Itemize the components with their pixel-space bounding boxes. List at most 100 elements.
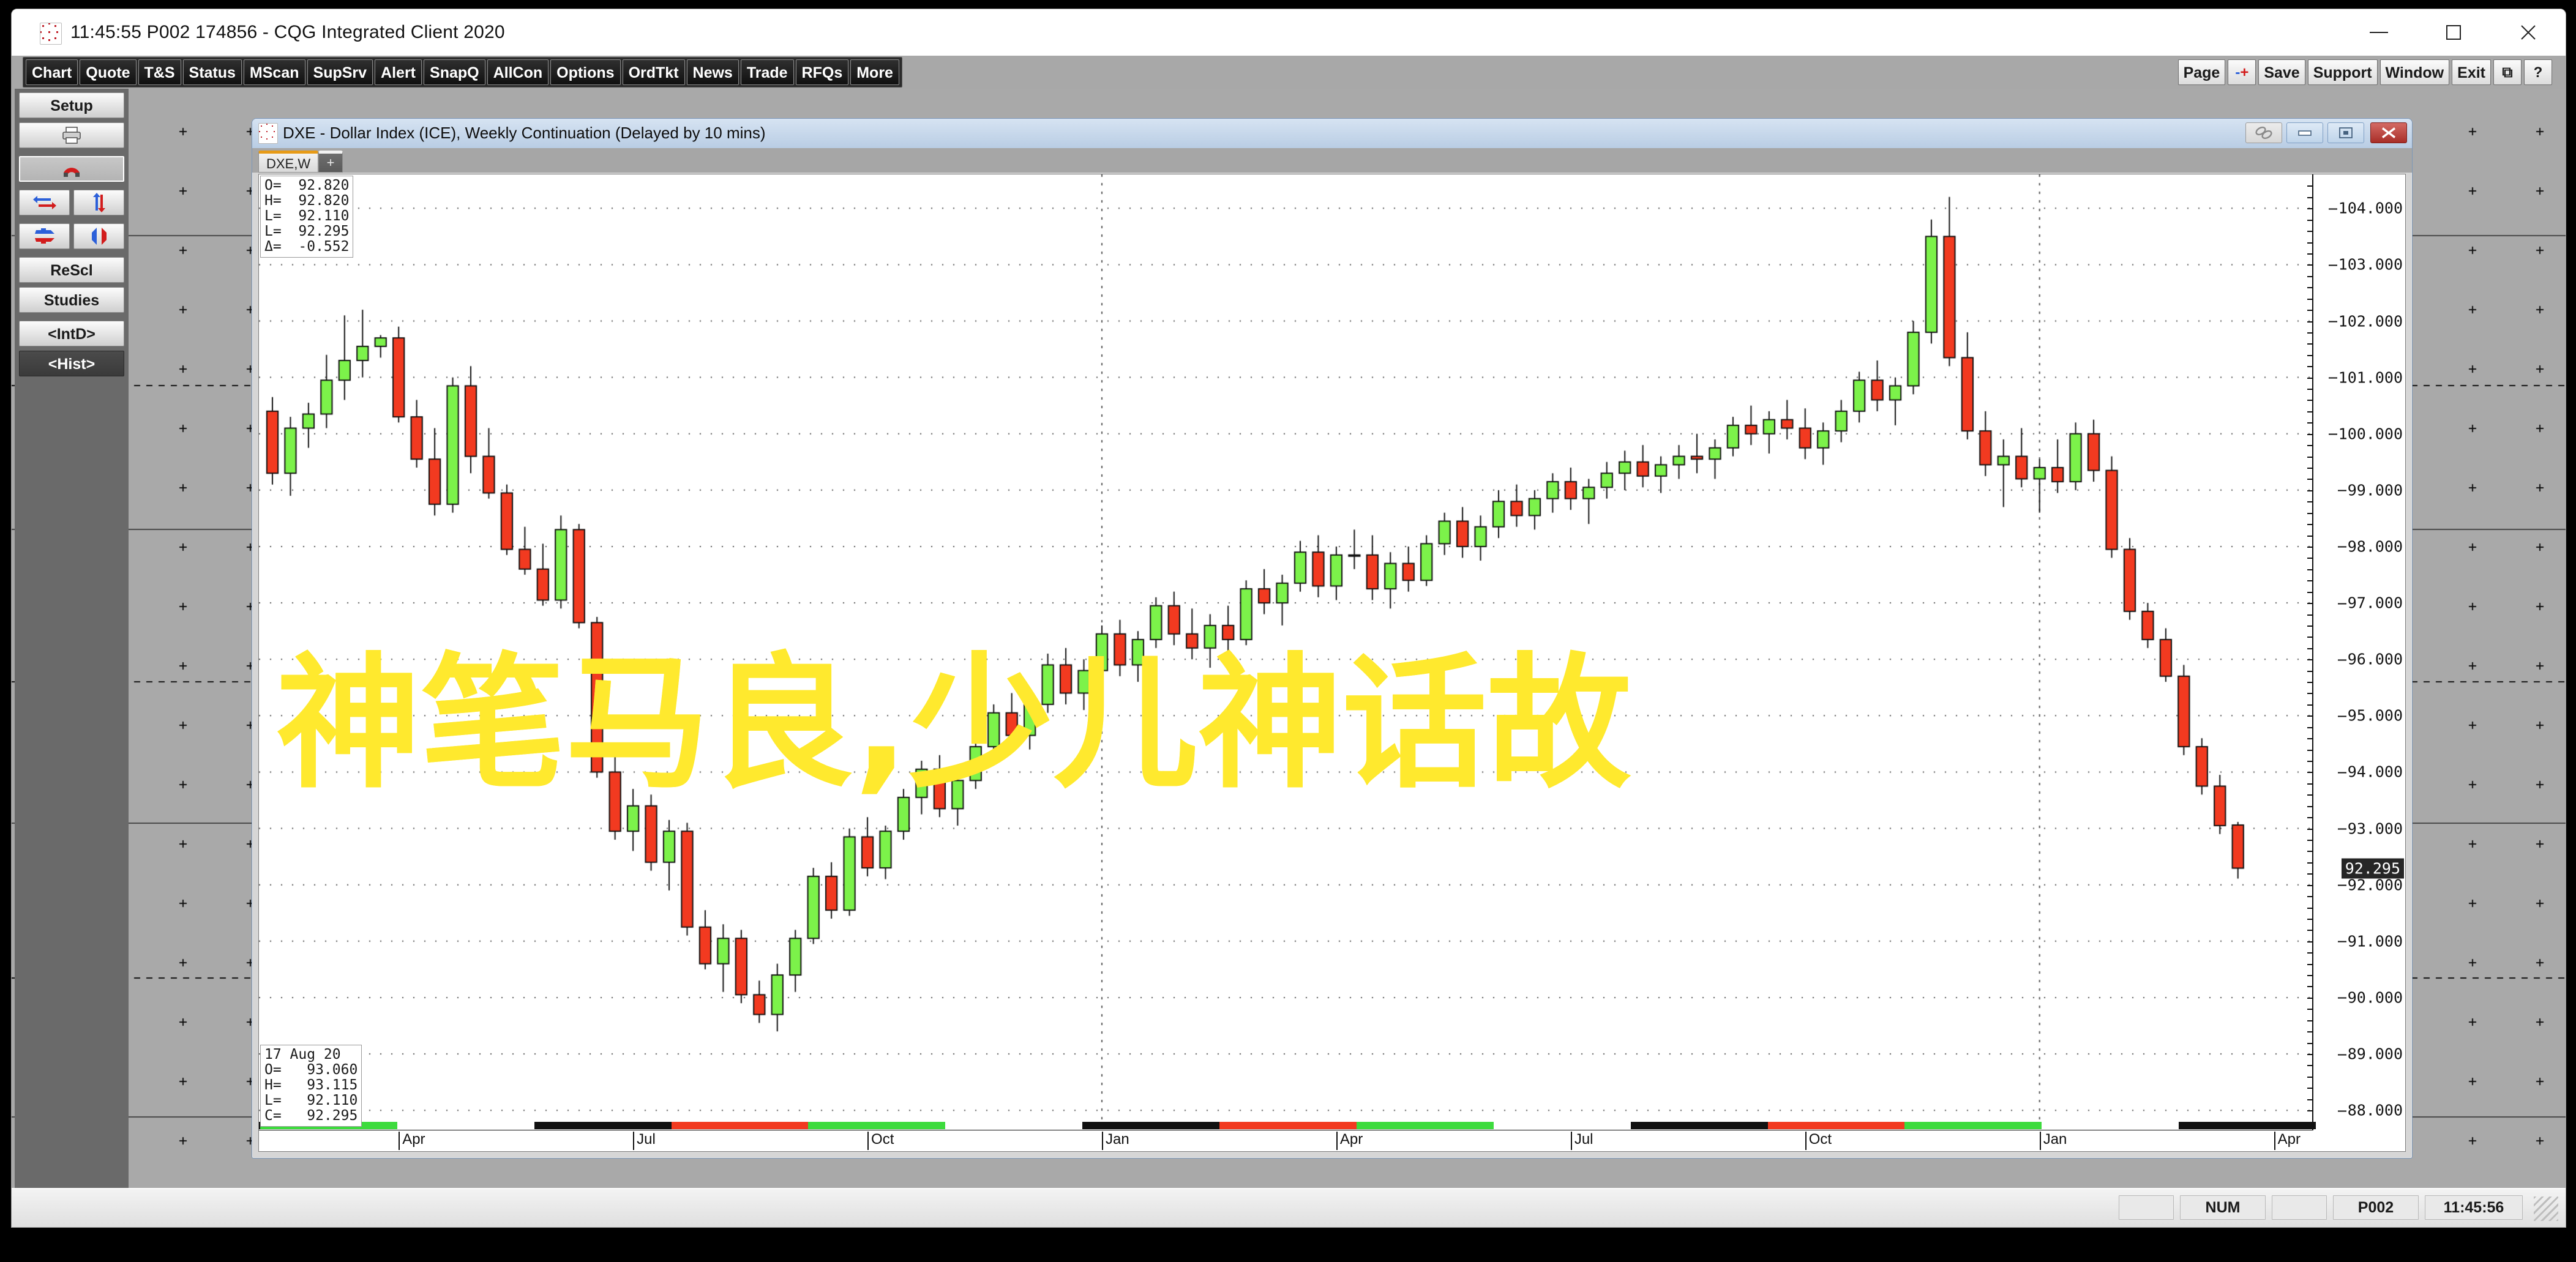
toolbar-tab-quote[interactable]: Quote (80, 59, 137, 85)
price-tick-mark (2337, 772, 2346, 774)
toolbar-tab-news[interactable]: News (686, 59, 739, 85)
tab-dxe-weekly[interactable]: DXE,W (258, 151, 319, 173)
setup-button[interactable]: Setup (19, 92, 124, 118)
candlestick-canvas[interactable] (259, 174, 2406, 1154)
price-tick-mark (2328, 264, 2337, 266)
global-button-support[interactable]: Support (2307, 59, 2378, 85)
global-button-save[interactable]: Save (2258, 59, 2305, 85)
price-minor-tick (2307, 1031, 2312, 1033)
price-minor-tick (2307, 332, 2312, 334)
restore-icon[interactable] (2327, 122, 2364, 143)
expand-icon[interactable] (73, 223, 124, 249)
price-minor-tick (2307, 512, 2312, 514)
status-bar: NUM P002 11:45:56 (12, 1188, 2566, 1227)
price-minor-tick (2307, 1099, 2312, 1100)
window-title: 11:45:55 P002 174856 - CQG Integrated Cl… (70, 22, 505, 42)
toolbar-tab-rfqs[interactable]: RFQs (795, 59, 849, 85)
price-minor-tick (2307, 1054, 2312, 1056)
magnet-icon[interactable] (19, 156, 124, 182)
price-tick-mark (2337, 884, 2346, 886)
time-month-label: Jan (1101, 1132, 1129, 1150)
global-button-exit[interactable]: Exit (2452, 59, 2491, 85)
toolbar-tab-more[interactable]: More (850, 59, 899, 85)
price-tick-label: 94.000 (2337, 763, 2403, 781)
price-minor-tick (2307, 468, 2312, 469)
price-minor-tick (2307, 941, 2312, 943)
global-button--[interactable]: ⧉ (2493, 59, 2522, 85)
close-icon[interactable] (2491, 9, 2566, 55)
chart-plot-area[interactable]: O= 92.820 H= 92.820 L= 92.110 L= 92.295 … (258, 174, 2406, 1154)
global-button-page[interactable]: Page (2177, 59, 2226, 85)
global-button--[interactable]: -+ (2228, 59, 2256, 85)
bar-info-box: 17 Aug 20 O= 93.060 H= 93.115 L= 92.110 … (260, 1045, 362, 1127)
price-minor-tick (2307, 546, 2312, 548)
toolbar-tab-chart[interactable]: Chart (26, 59, 78, 85)
price-tick-label: 101.000 (2328, 368, 2403, 386)
toolbar-tab-alert[interactable]: Alert (375, 59, 422, 85)
resize-grip[interactable] (2534, 1197, 2558, 1221)
time-month-label: Apr (399, 1132, 425, 1150)
studies-button[interactable]: Studies (19, 287, 124, 313)
swap-horizontal-icon[interactable] (19, 190, 70, 215)
time-axis[interactable]: AprJulOctJanAprJulOctJanAprJulOctJanAprJ… (259, 1122, 2316, 1151)
price-minor-tick (2307, 400, 2312, 401)
toolbar-tab-trade[interactable]: Trade (740, 59, 794, 85)
price-minor-tick (2307, 952, 2312, 954)
price-minor-tick (2307, 975, 2312, 977)
price-tick-label: 91.000 (2337, 932, 2403, 950)
price-minor-tick (2307, 298, 2312, 300)
toolbar-tab-snapq[interactable]: SnapQ (424, 59, 485, 85)
price-minor-tick (2307, 1020, 2312, 1021)
price-minor-tick (2307, 648, 2312, 649)
price-minor-tick (2307, 907, 2312, 909)
price-tick-mark (2328, 433, 2337, 435)
toolbar-tab-allcon[interactable]: AllCon (487, 59, 549, 85)
price-tick-label: 99.000 (2337, 481, 2403, 499)
price-minor-tick (2307, 231, 2312, 233)
collapse-icon[interactable] (19, 223, 70, 249)
intraday-button[interactable]: <IntD> (19, 321, 124, 346)
price-minor-tick (2307, 715, 2312, 717)
season-segment (2179, 1122, 2316, 1129)
toolbar-tab-options[interactable]: Options (550, 59, 621, 85)
toolbar-tab-ordtkt[interactable]: OrdTkt (622, 59, 685, 85)
minimize-icon[interactable] (2286, 122, 2323, 143)
price-tick-label: 102.000 (2328, 312, 2403, 330)
toolbar-tab-t-s[interactable]: T&S (138, 59, 181, 85)
season-segment (1082, 1122, 1220, 1129)
workspace: Setup ReScl Studies <IntD> <Hist> DXE - … (12, 89, 2566, 1190)
historical-button[interactable]: <Hist> (19, 351, 124, 376)
price-minor-tick (2307, 1042, 2312, 1044)
time-month-label: Jul (633, 1132, 656, 1150)
toolbar-tab-mscan[interactable]: MScan (243, 59, 305, 85)
price-axis[interactable]: 104.000 103.000 102.000 101.000 100.000 99.00… (2307, 174, 2405, 1134)
price-minor-tick (2307, 196, 2312, 198)
season-segment (397, 1122, 534, 1129)
price-tick-mark (2337, 997, 2346, 999)
print-icon[interactable] (19, 122, 124, 148)
season-segment (1219, 1122, 1357, 1129)
rescale-button[interactable]: ReScl (19, 257, 124, 283)
command-toolbar: Chart Quote T&S Status MScan SupSrv Alert SnapQ… (12, 56, 2566, 89)
toolbar-tab-status[interactable]: Status (182, 59, 242, 85)
price-tick-mark (2337, 603, 2346, 605)
close-icon[interactable] (2370, 122, 2407, 143)
price-minor-tick (2307, 524, 2312, 526)
price-minor-tick (2307, 997, 2312, 999)
add-tab-button[interactable]: + (318, 151, 343, 173)
price-minor-tick (2307, 591, 2312, 593)
price-minor-tick (2307, 456, 2312, 458)
link-icon[interactable] (2245, 122, 2282, 143)
price-minor-tick (2307, 862, 2312, 864)
global-button-group: Page -+ Save Support Window Exit ⧉? (2176, 57, 2553, 88)
global-button-window[interactable]: Window (2379, 59, 2450, 85)
module-tab-group: Chart Quote T&S Status MScan SupSrv Alert SnapQ… (23, 57, 902, 88)
swap-vertical-icon[interactable] (73, 190, 124, 215)
toolbar-tab-supsrv[interactable]: SupSrv (307, 59, 373, 85)
maximize-icon[interactable] (2416, 9, 2491, 55)
price-minor-tick (2307, 637, 2312, 638)
minimize-icon[interactable] (2342, 9, 2416, 55)
price-minor-tick (2307, 896, 2312, 898)
status-slot-2 (2272, 1195, 2327, 1220)
global-button--[interactable]: ? (2524, 59, 2552, 85)
